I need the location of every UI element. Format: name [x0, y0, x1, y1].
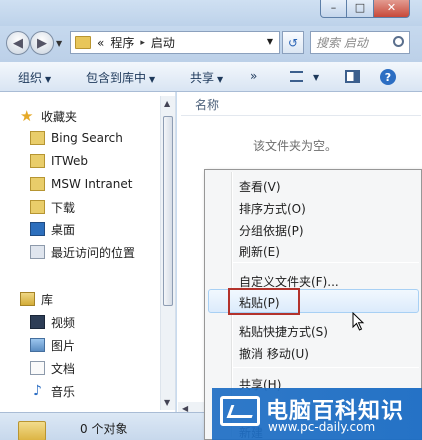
link-folder-icon: [30, 131, 45, 145]
sidebar-item-downloads[interactable]: 下载: [30, 197, 75, 217]
include-in-library-button[interactable]: 包含到库中 ▼: [86, 69, 155, 86]
organize-label: 组织: [18, 71, 43, 85]
scroll-down-icon[interactable]: ▼: [164, 398, 170, 407]
sidebar-item-label: MSW Intranet: [51, 177, 133, 191]
view-dropdown-icon[interactable]: ▼: [310, 69, 319, 83]
refresh-button[interactable]: ↺: [282, 31, 304, 54]
mouse-cursor-icon: [352, 312, 365, 331]
empty-folder-message: 该文件夹为空。: [253, 139, 338, 153]
sidebar-item-label: ITWeb: [51, 154, 89, 168]
command-bar: 组织 ▼ 包含到库中 ▼ 共享 ▼ » ▼ ?: [0, 62, 422, 92]
sidebar-item-recent-places[interactable]: 最近访问的位置: [30, 242, 135, 262]
sidebar-item-msw-intranet[interactable]: MSW Intranet: [30, 174, 132, 194]
breadcrumb-separator-icon[interactable]: ▸: [140, 38, 145, 48]
chevron-down-icon: ▼: [217, 75, 224, 84]
menu-item-sort-by[interactable]: 排序方式(O): [239, 200, 306, 217]
document-library-icon: [30, 361, 45, 375]
folder-icon: [18, 421, 46, 440]
sidebar-item-desktop[interactable]: 桌面: [30, 219, 75, 239]
forward-button[interactable]: ▶: [30, 31, 54, 55]
minimize-button[interactable]: –: [320, 0, 347, 18]
chevron-down-icon: ▼: [149, 75, 156, 84]
sidebar-item-label: 下载: [51, 200, 76, 215]
recent-pages-dropdown-icon[interactable]: ▼: [56, 39, 62, 48]
navigation-pane: ★ 收藏夹 Bing Search ITWeb MSW Intranet 下载 …: [0, 92, 176, 412]
breadcrumb-programs[interactable]: 程序: [110, 34, 134, 51]
paste-callout-box: [228, 288, 300, 315]
desktop-icon: [30, 222, 45, 236]
navigation-scrollbar[interactable]: ▲ ▼: [160, 96, 175, 410]
link-folder-icon: [30, 177, 45, 191]
back-arrow-icon: ◀: [13, 35, 23, 51]
share-label: 共享: [190, 71, 215, 85]
help-icon[interactable]: ?: [380, 69, 396, 85]
menu-separator: [233, 367, 419, 368]
scroll-up-icon[interactable]: ▲: [164, 99, 170, 108]
watermark-url: www.pc-daily.com: [268, 420, 376, 434]
sidebar-item-label: 最近访问的位置: [51, 245, 136, 260]
sidebar-item-label: 视频: [51, 315, 76, 330]
sidebar-item-documents[interactable]: 文档: [30, 358, 75, 378]
column-header-name[interactable]: 名称: [181, 94, 421, 116]
menu-item-view[interactable]: 查看(V): [239, 178, 281, 195]
share-button[interactable]: 共享 ▼: [190, 69, 223, 86]
address-dropdown-icon[interactable]: ▼: [267, 37, 273, 46]
forward-arrow-icon: ▶: [37, 35, 47, 51]
music-note-icon: ♪: [33, 383, 42, 399]
maximize-button[interactable]: □: [347, 0, 374, 18]
back-button[interactable]: ◀: [6, 31, 30, 55]
search-placeholder: 搜索 启动: [316, 36, 368, 50]
search-input[interactable]: 搜索 启动: [310, 31, 410, 54]
sidebar-item-bing-search[interactable]: Bing Search: [30, 128, 123, 148]
breadcrumb-overflow[interactable]: «: [97, 36, 104, 50]
link-folder-icon: [30, 154, 45, 168]
sidebar-item-videos[interactable]: 视频: [30, 312, 75, 332]
library-icon: [20, 292, 35, 306]
monitor-logo-icon: [220, 396, 260, 426]
sidebar-item-favorites[interactable]: ★ 收藏夹: [20, 106, 77, 126]
address-bar[interactable]: « 程序 ▸ 启动 ▼: [70, 31, 280, 54]
view-options-icon[interactable]: [290, 71, 303, 82]
folder-icon: [75, 36, 91, 49]
scrollbar-thumb[interactable]: [163, 116, 173, 306]
menu-item-refresh[interactable]: 刷新(E): [239, 243, 280, 260]
close-button[interactable]: ✕: [374, 0, 410, 18]
menu-item-paste-shortcut[interactable]: 粘贴快捷方式(S): [239, 323, 328, 340]
search-icon[interactable]: [393, 36, 404, 47]
sidebar-item-music[interactable]: ♪ 音乐: [30, 381, 75, 401]
title-bar: – □ ✕: [0, 0, 422, 26]
star-icon: ★: [20, 107, 34, 125]
sidebar-item-label: Bing Search: [51, 131, 123, 145]
breadcrumb-startup[interactable]: 启动: [151, 34, 175, 51]
sidebar-item-label: 音乐: [51, 384, 76, 399]
sidebar-item-label: 桌面: [51, 222, 76, 237]
menu-item-group-by[interactable]: 分组依据(P): [239, 222, 304, 239]
sidebar-item-itweb[interactable]: ITWeb: [30, 151, 88, 171]
sidebar-item-pictures[interactable]: 图片: [30, 335, 75, 355]
menu-item-undo-move[interactable]: 撤消 移动(U): [239, 345, 309, 362]
sidebar-item-label: 图片: [51, 338, 76, 353]
picture-library-icon: [30, 338, 45, 352]
include-in-library-label: 包含到库中: [86, 71, 147, 85]
sidebar-item-libraries[interactable]: 库: [20, 289, 53, 309]
window-controls: – □ ✕: [320, 0, 410, 18]
site-watermark: 电脑百科知识 www.pc-daily.com: [212, 388, 422, 440]
sidebar-item-label: 库: [41, 292, 54, 307]
address-row: ◀ ▶ ▼ « 程序 ▸ 启动 ▼ ↺ 搜索 启动: [0, 26, 422, 62]
more-commands-button[interactable]: »: [250, 69, 257, 83]
sidebar-item-label: 收藏夹: [41, 109, 78, 124]
sidebar-item-label: 文档: [51, 361, 76, 376]
organize-button[interactable]: 组织 ▼: [18, 69, 51, 86]
item-count: 0 个对象: [80, 422, 128, 436]
preview-pane-icon[interactable]: [345, 70, 360, 83]
video-library-icon: [30, 315, 45, 329]
recent-places-icon: [30, 245, 45, 259]
chevron-down-icon: ▼: [45, 75, 52, 84]
refresh-icon: ↺: [287, 35, 299, 50]
menu-separator: [233, 262, 419, 263]
downloads-folder-icon: [30, 200, 45, 214]
